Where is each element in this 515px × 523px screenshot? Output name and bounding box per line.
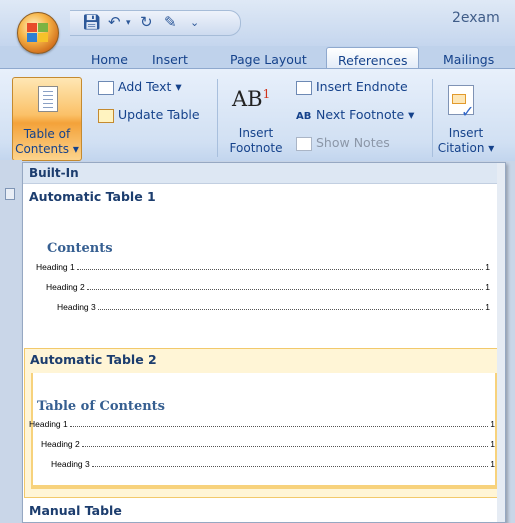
show-notes-icon: [296, 136, 312, 151]
next-footnote-icon: AB: [296, 111, 312, 122]
title-bar: 💾︎ ↶ ▾ ↻ ✎ ⌄ 2exam: [0, 0, 515, 54]
add-text-icon: [98, 80, 114, 95]
footnote-glyph: AB: [232, 87, 263, 111]
preview-heading: Table of Contents: [37, 399, 165, 414]
spellcheck-icon[interactable]: ✎: [164, 13, 177, 31]
next-footnote-button[interactable]: AB Next Footnote ▾: [296, 107, 414, 122]
preview-heading: Contents: [47, 241, 113, 256]
insert-footnote-line1: Insert: [238, 126, 274, 140]
citation-icon: ✓: [448, 85, 474, 121]
add-text-label: Add Text ▾: [118, 79, 182, 94]
toc-preview: Contents Heading 11 Heading 21 Heading 3…: [36, 211, 490, 341]
window-title: 2exam: [452, 10, 500, 26]
quick-access-toolbar: 💾︎ ↶ ▾ ↻ ✎ ⌄: [70, 10, 241, 36]
document-ruler-gutter: [0, 160, 22, 523]
ribbon-tabs: Home Insert Page Layout References Maili…: [0, 46, 515, 68]
office-button[interactable]: [17, 12, 59, 54]
office-logo-icon: [27, 23, 49, 43]
tab-insert[interactable]: Insert: [152, 52, 188, 67]
ruler-marker: [5, 188, 15, 200]
insert-endnote-label: Insert Endnote: [316, 79, 408, 94]
tab-home[interactable]: Home: [91, 52, 128, 67]
insert-citation-line2: Citation ▾: [437, 141, 495, 155]
update-table-icon: [98, 108, 114, 123]
preview-row: Heading 21: [41, 439, 495, 449]
add-text-button[interactable]: Add Text ▾: [98, 79, 182, 95]
group-separator: [217, 79, 218, 157]
preview-row: Heading 21: [46, 282, 490, 292]
insert-citation-button[interactable]: ✓ Insert Citation ▾: [438, 83, 500, 159]
gallery-item-automatic-table-2[interactable]: Automatic Table 2 Table of Contents Head…: [24, 348, 504, 498]
preview-row: Heading 31: [57, 302, 490, 312]
update-table-button[interactable]: Update Table: [98, 107, 200, 123]
toc-document-icon: [38, 86, 58, 112]
gallery-item-title: Automatic Table 2: [30, 352, 157, 367]
insert-footnote-button[interactable]: AB1 Insert Footnote: [224, 83, 288, 159]
update-table-label: Update Table: [118, 107, 200, 122]
insert-endnote-icon: [296, 80, 312, 95]
insert-citation-line1: Insert: [448, 126, 484, 140]
save-icon[interactable]: 💾︎: [82, 13, 101, 31]
section-header-built-in: Built-In: [23, 163, 505, 184]
footnote-icon: AB1: [232, 87, 270, 111]
toc-label-line2: Contents ▾: [15, 142, 79, 156]
preview-row: Heading 11: [36, 262, 490, 272]
customize-icon[interactable]: ⌄: [190, 16, 199, 29]
toc-gallery-dropdown: Built-In Automatic Table 1 Contents Head…: [22, 162, 506, 523]
show-notes-label: Show Notes: [316, 135, 390, 150]
gallery-scrollbar[interactable]: [497, 163, 505, 522]
gallery-item-automatic-table-1[interactable]: Automatic Table 1 Contents Heading 11 He…: [24, 185, 496, 345]
insert-footnote-line2: Footnote: [229, 141, 283, 155]
tab-page-layout[interactable]: Page Layout: [230, 52, 307, 67]
redo-icon[interactable]: ↻: [140, 13, 153, 31]
tab-references[interactable]: References: [326, 47, 420, 68]
preview-row: Heading 11: [29, 419, 495, 429]
undo-icon[interactable]: ↶: [108, 13, 121, 31]
ribbon: Table of Contents ▾ Add Text ▾ Update Ta…: [0, 68, 515, 161]
toc-preview: Table of Contents Heading 11 Heading 21 …: [29, 373, 497, 489]
group-separator: [432, 79, 433, 157]
preview-row: Heading 31: [51, 459, 495, 469]
gallery-item-title: Manual Table: [29, 503, 122, 518]
next-footnote-label: Next Footnote ▾: [316, 107, 415, 122]
undo-dropdown-icon[interactable]: ▾: [126, 18, 131, 28]
gallery-item-title: Automatic Table 1: [29, 189, 156, 204]
gallery-item-manual-table[interactable]: Manual Table: [24, 499, 496, 523]
toc-label-line1: Table of: [23, 127, 71, 141]
insert-endnote-button[interactable]: Insert Endnote: [296, 79, 408, 95]
footnote-sup: 1: [262, 87, 271, 101]
table-of-contents-button[interactable]: Table of Contents ▾: [12, 77, 82, 161]
show-notes-button[interactable]: Show Notes: [296, 135, 390, 151]
tab-mailings[interactable]: Mailings: [443, 52, 494, 67]
